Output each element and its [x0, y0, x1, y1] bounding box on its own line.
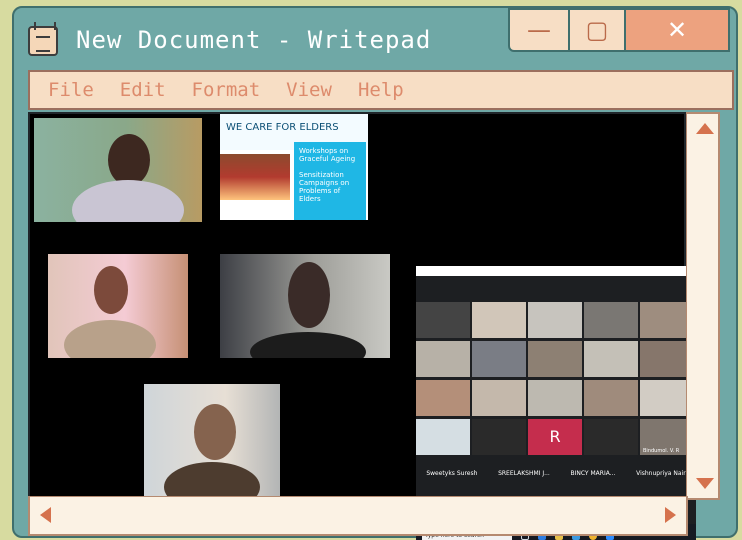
participant-cell — [472, 341, 526, 377]
participant-cell — [472, 302, 526, 338]
participant-cell — [472, 380, 526, 416]
video-tile-elderly-man — [144, 384, 280, 498]
close-icon: ✕ — [666, 16, 688, 44]
participant-cell — [528, 302, 582, 338]
menu-file[interactable]: File — [48, 79, 94, 101]
participant-grid: R Bindumol. V. R — [416, 302, 696, 455]
menu-edit[interactable]: Edit — [120, 79, 166, 101]
participant-cell — [584, 419, 638, 455]
close-button[interactable]: ✕ — [624, 8, 730, 52]
scroll-down-icon[interactable] — [696, 478, 714, 489]
window-title: New Document - Writepad — [76, 26, 432, 54]
scroll-left-icon[interactable] — [40, 507, 51, 523]
video-tile-woman-black-top — [220, 254, 390, 358]
participant-name: BINCY MARIA... — [570, 470, 616, 477]
participant-cell — [416, 419, 470, 455]
participant-cell — [584, 302, 638, 338]
minimize-button[interactable]: — — [508, 8, 570, 52]
participant-face — [288, 262, 330, 328]
participant-cell — [528, 380, 582, 416]
slide-photo — [220, 154, 290, 200]
menu-bar: File Edit Format View Help — [28, 70, 734, 110]
participant-cell — [584, 380, 638, 416]
video-tile-woman-glasses — [48, 254, 188, 358]
participant-cell — [472, 419, 526, 455]
participant-cell — [416, 302, 470, 338]
gallery-header — [416, 266, 696, 276]
horizontal-scrollbar[interactable] — [28, 496, 688, 536]
participant-face — [194, 404, 236, 460]
participant-body — [64, 320, 156, 358]
shared-slide-tile: WE CARE FOR ELDERS Workshops on Graceful… — [220, 114, 368, 220]
participant-cell — [528, 341, 582, 377]
participant-cell — [416, 341, 470, 377]
writepad-window: New Document - Writepad — ▢ ✕ File Edit … — [12, 6, 738, 540]
participant-name: Vishnupriya Nair — [636, 470, 686, 477]
participant-face — [94, 266, 128, 314]
vertical-scrollbar[interactable] — [686, 112, 720, 500]
notepad-icon — [28, 22, 58, 56]
menu-help[interactable]: Help — [358, 79, 404, 101]
participant-name: Sweetyks Suresh — [426, 470, 478, 477]
slide-bullet-1: Workshops on Graceful Ageing — [299, 147, 356, 163]
scroll-up-icon[interactable] — [696, 123, 714, 134]
participant-cell — [584, 341, 638, 377]
participant-body — [164, 462, 260, 498]
document-content-area[interactable]: WE CARE FOR ELDERS Workshops on Graceful… — [28, 112, 696, 540]
participant-body — [72, 180, 184, 222]
scroll-right-icon[interactable] — [665, 507, 676, 523]
slide-bullets-box: Workshops on Graceful Ageing Sensitizati… — [294, 142, 366, 220]
video-tile-man-headset — [34, 118, 202, 222]
menu-format[interactable]: Format — [192, 79, 261, 101]
menu-view[interactable]: View — [286, 79, 332, 101]
participant-face — [108, 134, 150, 186]
minimize-icon: — — [527, 16, 551, 44]
participant-names-row: Sweetyks Suresh SREELAKSHMI J... BINCY M… — [416, 470, 696, 477]
participant-body — [250, 332, 366, 358]
participant-cell — [416, 380, 470, 416]
participant-name: SREELAKSHMI J... — [498, 470, 550, 477]
maximize-button[interactable]: ▢ — [568, 8, 626, 52]
title-bar[interactable]: New Document - Writepad — ▢ ✕ — [14, 8, 736, 70]
maximize-icon: ▢ — [585, 16, 609, 44]
participant-cell: R — [528, 419, 582, 455]
slide-bullet-2: Sensitization Campaigns on Problems of E… — [299, 171, 350, 203]
